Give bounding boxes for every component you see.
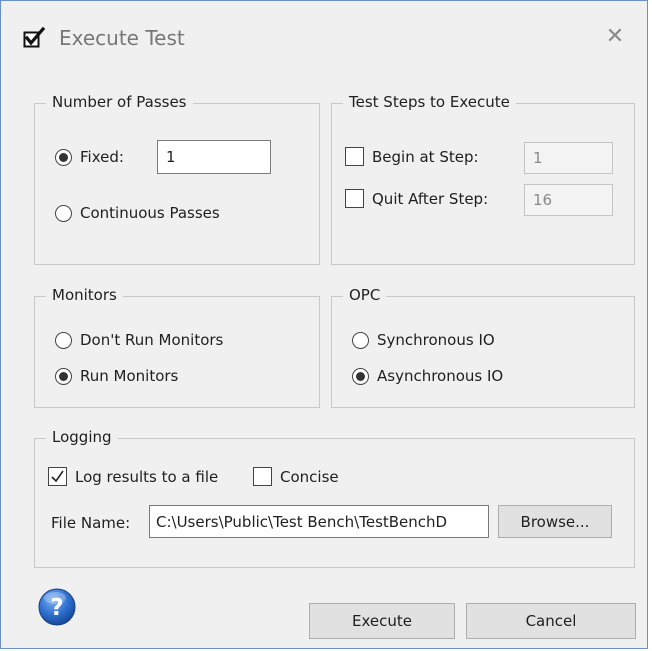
radio-button-selected[interactable] bbox=[55, 367, 72, 385]
group-legend: Test Steps to Execute bbox=[343, 93, 516, 111]
concise-checkbox[interactable]: Concise bbox=[253, 467, 339, 486]
checkmark-icon bbox=[51, 470, 64, 483]
begin-at-step-label: Begin at Step: bbox=[372, 147, 479, 166]
test-steps-group: Test Steps to Execute Begin at Step: 1 Q… bbox=[331, 93, 635, 265]
checkbox-checked[interactable] bbox=[48, 467, 67, 486]
close-icon[interactable]: ✕ bbox=[603, 25, 627, 49]
asynchronous-io-radio[interactable]: Asynchronous IO bbox=[352, 367, 503, 385]
checkbox-checked-icon bbox=[23, 26, 46, 49]
concise-label: Concise bbox=[280, 467, 339, 486]
cancel-button[interactable]: Cancel bbox=[466, 603, 636, 639]
run-monitors-label: Run Monitors bbox=[80, 367, 179, 385]
logging-group: Logging Log results to a file Concise Fi… bbox=[34, 428, 635, 568]
begin-step-input[interactable]: 1 bbox=[524, 142, 613, 174]
quit-after-step-checkbox[interactable]: Quit After Step: bbox=[345, 189, 488, 208]
browse-button[interactable]: Browse... bbox=[498, 505, 612, 538]
radio-button-selected[interactable] bbox=[55, 148, 72, 166]
group-legend: Number of Passes bbox=[46, 93, 193, 111]
number-of-passes-group: Number of Passes Fixed: 1 Continuous Pas… bbox=[34, 93, 320, 265]
monitors-group: Monitors Don't Run Monitors Run Monitors bbox=[34, 286, 320, 408]
continuous-passes-radio[interactable]: Continuous Passes bbox=[55, 204, 220, 222]
radio-button-unselected[interactable] bbox=[352, 331, 369, 349]
quit-after-step-label: Quit After Step: bbox=[372, 189, 489, 208]
group-legend: Monitors bbox=[46, 286, 123, 304]
log-results-checkbox[interactable]: Log results to a file bbox=[48, 467, 218, 486]
checkbox-unchecked[interactable] bbox=[345, 147, 364, 166]
run-monitors-radio[interactable]: Run Monitors bbox=[55, 367, 178, 385]
begin-at-step-checkbox[interactable]: Begin at Step: bbox=[345, 147, 479, 166]
checkbox-unchecked[interactable] bbox=[345, 189, 364, 208]
fixed-passes-radio[interactable]: Fixed: bbox=[55, 148, 124, 166]
execute-test-dialog: Execute Test ✕ Number of Passes Fixed: 1… bbox=[0, 0, 648, 649]
synchronous-io-label: Synchronous IO bbox=[377, 331, 495, 349]
synchronous-io-radio[interactable]: Synchronous IO bbox=[352, 331, 495, 349]
help-question-icon[interactable]: ? bbox=[38, 588, 76, 626]
group-legend: Logging bbox=[46, 428, 118, 446]
execute-button[interactable]: Execute bbox=[309, 603, 455, 639]
radio-button-unselected[interactable] bbox=[55, 331, 72, 349]
file-name-input[interactable]: C:\Users\Public\Test Bench\TestBenchD bbox=[149, 505, 489, 538]
quit-step-input[interactable]: 16 bbox=[524, 184, 613, 216]
group-legend: OPC bbox=[343, 286, 387, 304]
fixed-passes-input[interactable]: 1 bbox=[157, 140, 271, 174]
svg-text:?: ? bbox=[50, 595, 63, 621]
asynchronous-io-label: Asynchronous IO bbox=[377, 367, 504, 385]
dont-run-monitors-label: Don't Run Monitors bbox=[80, 331, 224, 349]
dont-run-monitors-radio[interactable]: Don't Run Monitors bbox=[55, 331, 223, 349]
window-title: Execute Test bbox=[59, 26, 185, 50]
title-bar: Execute Test ✕ bbox=[1, 1, 647, 79]
continuous-label: Continuous Passes bbox=[80, 204, 220, 222]
radio-button-unselected[interactable] bbox=[55, 204, 72, 222]
radio-button-selected[interactable] bbox=[352, 367, 369, 385]
log-results-label: Log results to a file bbox=[75, 467, 219, 486]
fixed-label: Fixed: bbox=[80, 148, 124, 166]
opc-group: OPC Synchronous IO Asynchronous IO bbox=[331, 286, 635, 408]
file-name-label: File Name: bbox=[51, 514, 131, 532]
checkbox-unchecked[interactable] bbox=[253, 467, 272, 486]
